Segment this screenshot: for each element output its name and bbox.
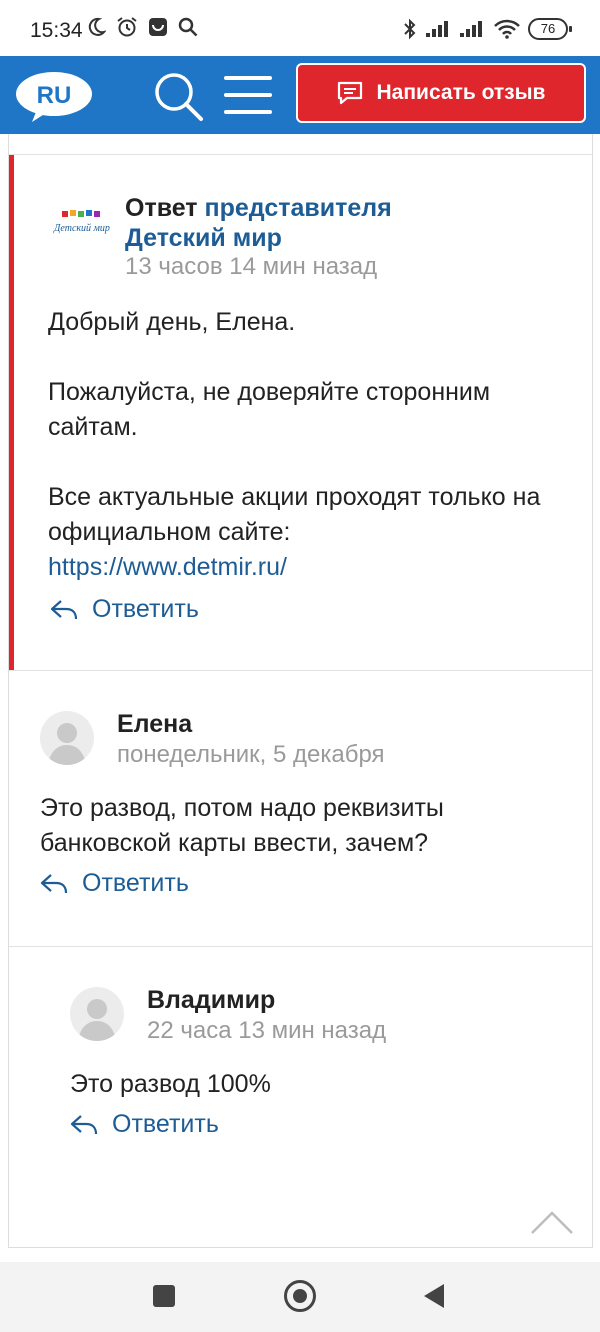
answer-timestamp: 13 часов 14 мин назад — [125, 253, 378, 280]
comment-item: Елена понедельник, 5 декабря Это развод,… — [9, 671, 592, 946]
comment-author: Елена — [117, 710, 193, 738]
hamburger-icon — [224, 76, 272, 114]
user-avatar-icon — [48, 723, 86, 765]
reply-button[interactable]: Ответить — [70, 1110, 219, 1139]
notification-icon — [149, 18, 167, 36]
reply-icon — [40, 873, 68, 893]
reply-icon — [50, 599, 78, 619]
chevron-up-icon — [531, 1211, 573, 1234]
status-bar: 15:34 76 — [0, 0, 600, 56]
comment-text: Это развод, потом надо реквизиты банковс… — [40, 794, 444, 857]
site-logo[interactable]: RU — [14, 68, 94, 124]
search-button[interactable] — [150, 68, 206, 124]
avatar — [70, 987, 124, 1041]
scroll-to-top-button[interactable] — [530, 1209, 574, 1235]
answer-text: Все актуальные акции проходят только на … — [48, 483, 541, 546]
logo-text: RU — [37, 82, 72, 109]
recents-button[interactable] — [153, 1285, 175, 1307]
write-review-label: Написать отзыв — [376, 81, 546, 104]
battery-indicator: 76 — [528, 18, 572, 40]
representative-answer: Детский мир Ответ представителя Детский … — [9, 155, 592, 670]
reply-icon — [70, 1114, 98, 1134]
home-button[interactable] — [284, 1280, 316, 1312]
answer-paragraph: Пожалуйста, не доверяйте сторонним сайта… — [48, 378, 491, 441]
search-icon — [155, 73, 203, 121]
write-review-button[interactable]: Написать отзыв — [296, 63, 586, 123]
detmir-logo: Детский мир — [50, 205, 114, 245]
avatar — [40, 711, 94, 765]
user-avatar-icon — [78, 999, 116, 1041]
comment-text: Это развод 100% — [70, 1070, 271, 1098]
wifi-icon — [494, 19, 520, 39]
reply-label: Ответить — [92, 595, 199, 623]
comment-timestamp: понедельник, 5 декабря — [117, 741, 385, 768]
comment-icon — [337, 81, 362, 105]
signal-icon — [460, 21, 482, 37]
answer-body: Добрый день, Елена. Пожалуйста, не довер… — [48, 305, 568, 585]
answer-heading: Ответ представителя Детский мир — [125, 193, 465, 253]
status-time: 15:34 — [30, 19, 83, 42]
signal-icon — [426, 21, 448, 37]
reply-label: Ответить — [112, 1110, 219, 1138]
comment-timestamp: 22 часа 13 мин назад — [147, 1017, 387, 1044]
reply-label: Ответить — [82, 869, 189, 897]
alarm-icon — [117, 17, 137, 37]
comment-item: Владимир 22 часа 13 мин назад Это развод… — [9, 947, 592, 1247]
reviews-thread: Детский мир Ответ представителя Детский … — [8, 134, 593, 1248]
moon-icon — [88, 17, 106, 36]
menu-button[interactable] — [222, 70, 274, 120]
answer-prefix: Ответ — [125, 194, 198, 222]
detmir-url-link[interactable]: https://www.detmir.ru/ — [48, 553, 287, 581]
logo-caption: Детский мир — [53, 223, 110, 234]
back-button[interactable] — [424, 1284, 444, 1308]
answer-paragraph: Все актуальные акции проходят только на … — [48, 480, 568, 585]
app-header: RU Написать отзыв — [0, 56, 600, 134]
answer-paragraph: Добрый день, Елена. — [48, 308, 296, 336]
system-navigation-bar — [0, 1262, 600, 1332]
bluetooth-icon — [404, 18, 416, 40]
reply-button[interactable]: Ответить — [40, 869, 189, 898]
reply-button[interactable]: Ответить — [50, 595, 199, 624]
comment-author: Владимир — [147, 986, 276, 1014]
search-icon — [178, 17, 198, 37]
